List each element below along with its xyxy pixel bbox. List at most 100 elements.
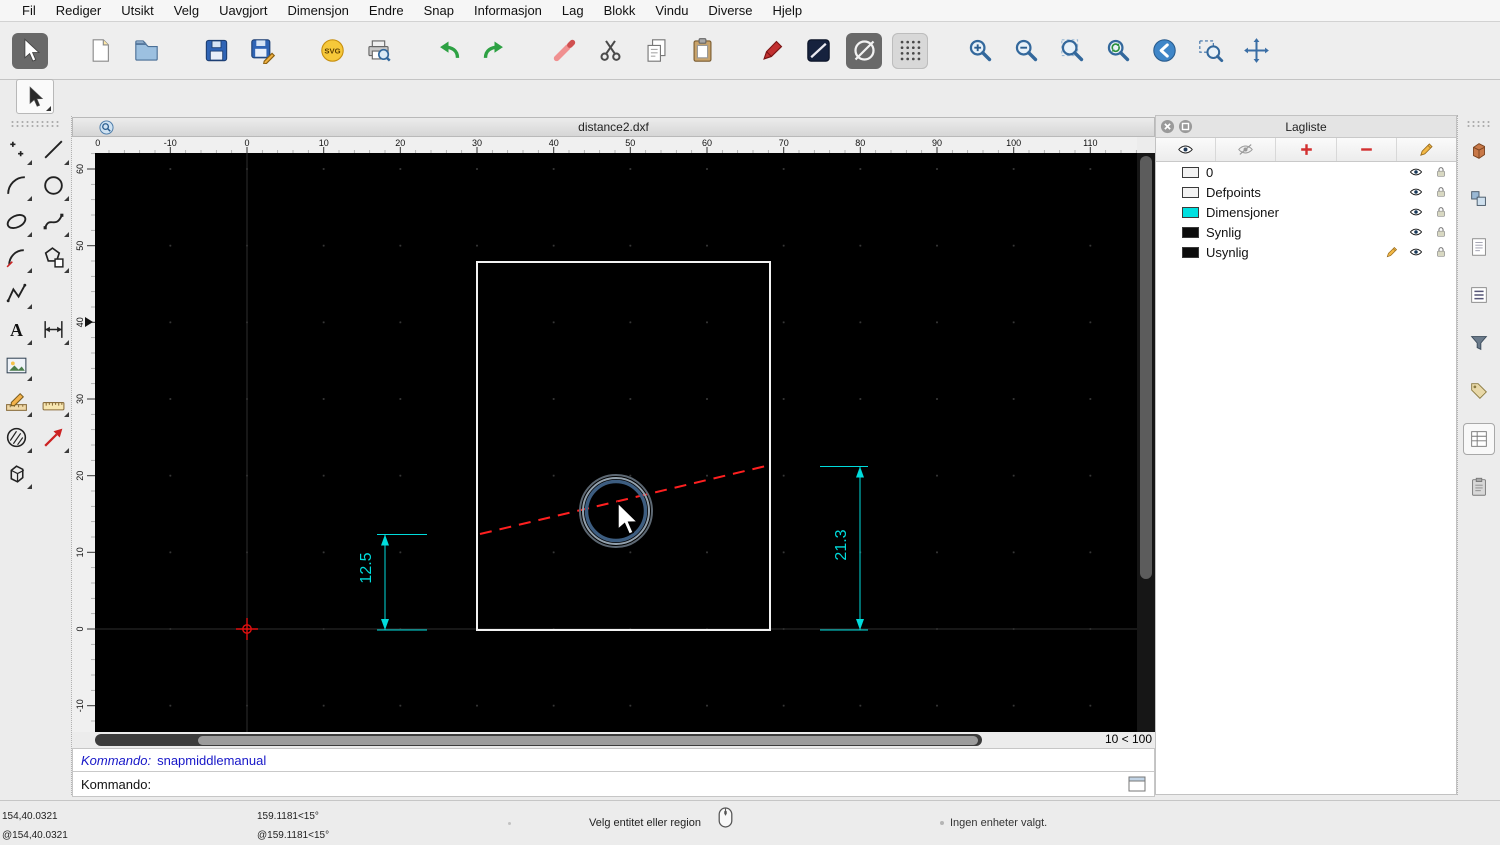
menu-informasjon[interactable]: Informasjon xyxy=(464,3,552,18)
tool-measure[interactable] xyxy=(37,385,70,418)
tool-splines[interactable] xyxy=(37,205,70,238)
menu-rediger[interactable]: Rediger xyxy=(46,3,112,18)
tool-points[interactable] xyxy=(0,133,33,166)
selection-tool-button[interactable] xyxy=(16,79,54,114)
paste-button[interactable] xyxy=(684,33,720,69)
tool-pen-ruler[interactable] xyxy=(0,385,33,418)
zoom-out-button[interactable] xyxy=(1008,33,1044,69)
menu-endre[interactable]: Endre xyxy=(359,3,414,18)
zoom-window-button[interactable] xyxy=(1192,33,1228,69)
menu-snap[interactable]: Snap xyxy=(414,3,464,18)
dock-entity-list-button[interactable] xyxy=(1463,279,1495,311)
tool-lines[interactable] xyxy=(37,133,70,166)
layer-visibility-eye-icon[interactable] xyxy=(1404,205,1423,219)
undo-button[interactable] xyxy=(430,33,466,69)
tool-explode[interactable] xyxy=(37,421,70,454)
menu-diverse[interactable]: Diverse xyxy=(698,3,762,18)
layer-color-swatch[interactable] xyxy=(1182,206,1199,218)
layer-color-swatch[interactable] xyxy=(1182,226,1199,238)
layer-row-usynlig[interactable]: Usynlig xyxy=(1156,242,1456,262)
tool-image[interactable] xyxy=(0,349,33,382)
layer-visibility-eye-icon[interactable] xyxy=(1404,185,1423,199)
tool-dimensions[interactable] xyxy=(37,313,70,346)
dock-clipboard-panel-button[interactable] xyxy=(1463,471,1495,503)
save-button[interactable] xyxy=(198,33,234,69)
palette-grip[interactable] xyxy=(10,120,61,127)
zoom-auto-button[interactable] xyxy=(1054,33,1090,69)
layer-lock-icon[interactable] xyxy=(1429,165,1448,179)
layer-visibility-eye-icon[interactable] xyxy=(1404,245,1423,259)
dock-block-list-button[interactable] xyxy=(1463,183,1495,215)
menu-dimensjon[interactable]: Dimensjon xyxy=(277,3,358,18)
menu-hjelp[interactable]: Hjelp xyxy=(763,3,813,18)
delete-button[interactable] xyxy=(546,33,582,69)
zoom-in-button[interactable] xyxy=(962,33,998,69)
draft-pen-button[interactable] xyxy=(754,33,790,69)
layer-lock-icon[interactable] xyxy=(1429,185,1448,199)
tool-text[interactable]: A xyxy=(0,313,33,346)
print-preview-button[interactable] xyxy=(360,33,396,69)
layer-lock-icon[interactable] xyxy=(1429,205,1448,219)
restore-window-icon[interactable] xyxy=(1128,776,1146,792)
layer-lock-icon[interactable] xyxy=(1429,245,1448,259)
hide-all-button[interactable] xyxy=(1216,138,1277,161)
tool-ellipses[interactable] xyxy=(0,205,33,238)
show-all-button[interactable] xyxy=(1156,138,1217,161)
zoom-previous-button[interactable] xyxy=(1146,33,1182,69)
edit-layer-button[interactable] xyxy=(1397,138,1456,161)
vertical-scrollbar-thumb[interactable] xyxy=(1140,156,1152,579)
dock-command-history-button[interactable] xyxy=(1463,231,1495,263)
save-as-button[interactable] xyxy=(244,33,280,69)
svg-export-button[interactable]: SVG xyxy=(314,33,350,69)
layer-color-swatch[interactable] xyxy=(1182,246,1199,258)
remove-layer-button[interactable] xyxy=(1337,138,1397,161)
menu-blokk[interactable]: Blokk xyxy=(594,3,646,18)
select-arrow-button[interactable] xyxy=(12,32,48,69)
grid-toggle-button[interactable] xyxy=(892,32,928,69)
horizontal-scrollbar-thumb[interactable] xyxy=(198,735,978,745)
layer-row-synlig[interactable]: Synlig xyxy=(1156,222,1456,242)
add-layer-button[interactable] xyxy=(1276,138,1337,161)
dock-library-browser-button[interactable] xyxy=(1463,135,1495,167)
layer-row-dimensjoner[interactable]: Dimensjoner xyxy=(1156,202,1456,222)
redo-button[interactable] xyxy=(476,33,512,69)
zoom-pan-button[interactable] xyxy=(1238,33,1274,69)
dock-strip-grip[interactable] xyxy=(1466,120,1492,127)
tool-arcs[interactable] xyxy=(0,169,33,202)
tool-hatch[interactable] xyxy=(0,421,33,454)
layer-lock-icon[interactable] xyxy=(1429,225,1448,239)
layer-row-defpoints[interactable]: Defpoints xyxy=(1156,182,1456,202)
open-file-button[interactable] xyxy=(128,33,164,69)
tool-polygons[interactable] xyxy=(37,241,70,274)
new-document-button[interactable] xyxy=(82,33,118,69)
copy-button[interactable] xyxy=(638,33,674,69)
menu-velg[interactable]: Velg xyxy=(164,3,209,18)
tool-solids[interactable] xyxy=(0,457,33,490)
tool-arc-tangent[interactable] xyxy=(0,241,33,274)
cut-button[interactable] xyxy=(592,33,628,69)
menu-uavgjort[interactable]: Uavgjort xyxy=(209,3,277,18)
close-panel-icon[interactable] xyxy=(1160,119,1175,134)
layer-color-swatch[interactable] xyxy=(1182,186,1199,198)
layer-visibility-eye-icon[interactable] xyxy=(1404,225,1423,239)
dock-tag-button[interactable] xyxy=(1463,375,1495,407)
layer-row-0[interactable]: 0 xyxy=(1156,162,1456,182)
menu-vindu[interactable]: Vindu xyxy=(645,3,698,18)
layer-visibility-eye-icon[interactable] xyxy=(1404,165,1423,179)
zoom-redraw-button[interactable] xyxy=(1100,33,1136,69)
line-attributes-button[interactable] xyxy=(800,33,836,69)
vertical-scrollbar[interactable] xyxy=(1137,153,1155,732)
float-panel-icon[interactable] xyxy=(1178,119,1193,134)
drawing-canvas[interactable]: 12.5 21.3 xyxy=(95,153,1137,732)
command-input-line[interactable]: Kommando: xyxy=(73,771,1154,797)
tool-polylines[interactable] xyxy=(0,277,33,310)
menu-lag[interactable]: Lag xyxy=(552,3,594,18)
tool-circles[interactable] xyxy=(37,169,70,202)
circle-attributes-button[interactable] xyxy=(846,32,882,69)
document-titlebar[interactable]: distance2.dxf xyxy=(72,117,1155,137)
menu-fil[interactable]: Fil xyxy=(12,3,46,18)
horizontal-scrollbar[interactable] xyxy=(95,734,982,746)
dock-layer-list-button[interactable] xyxy=(1463,423,1495,455)
menu-utsikt[interactable]: Utsikt xyxy=(111,3,164,18)
dock-filter-button[interactable] xyxy=(1463,327,1495,359)
